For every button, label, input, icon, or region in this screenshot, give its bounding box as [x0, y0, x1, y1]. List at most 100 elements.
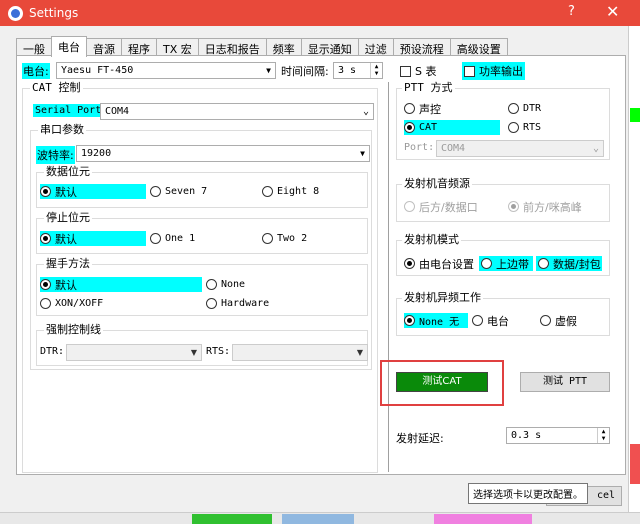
split-none-radio[interactable]: None 无	[404, 313, 468, 328]
radio-label: 默认	[55, 232, 77, 246]
tx-audio-front-radio[interactable]: 前方/咪高峰	[508, 199, 582, 214]
radio-label: One 1	[165, 233, 196, 244]
tooltip: 选择选项卡以更改配置。	[468, 483, 588, 504]
serial-port-select[interactable]: COM4 ⌄	[100, 103, 374, 120]
radio-dot	[508, 122, 519, 133]
chevron-down-icon: ▼	[190, 348, 197, 357]
tx-delay-value: 0.3 s	[511, 430, 542, 441]
handshake-hardware-radio[interactable]: Hardware	[206, 296, 269, 311]
radio-label: 上边带	[496, 257, 529, 271]
tab-advanced[interactable]: 高级设置	[449, 38, 508, 56]
cat-control-title: CAT 控制	[30, 81, 83, 94]
handshake-xonxoff-radio[interactable]: XON/XOFF	[40, 296, 103, 311]
radio-label: 虚假	[555, 314, 577, 328]
tab-frequencies[interactable]: 频率	[265, 38, 302, 56]
radio-dot	[150, 233, 161, 244]
radio-label: RTS	[523, 122, 542, 133]
ptt-method-title: PTT 方式	[402, 81, 455, 94]
stop-bits-two-radio[interactable]: Two 2	[262, 231, 307, 246]
ptt-vox-radio[interactable]: 声控	[404, 101, 441, 116]
radio-label: None 无	[419, 317, 460, 328]
tab-reporting[interactable]: 日志和报告	[197, 38, 267, 56]
radio-label: None	[221, 279, 246, 290]
s-meter-label: S 表	[415, 65, 437, 78]
test-cat-button[interactable]: 测试CAT	[396, 372, 488, 392]
radio-dot	[508, 103, 519, 114]
window-title: Settings	[29, 6, 79, 20]
radio-dot	[404, 103, 415, 114]
tab-tx-macros[interactable]: TX 宏	[156, 38, 199, 56]
radio-label: 电台	[487, 314, 509, 328]
radio-dot	[262, 186, 273, 197]
data-bits-default-radio[interactable]: 默认	[40, 184, 146, 199]
ptt-rts-radio[interactable]: RTS	[508, 120, 541, 135]
stop-bits-one-radio[interactable]: One 1	[150, 231, 195, 246]
stop-bits-default-radio[interactable]: 默认	[40, 231, 146, 246]
app-icon	[8, 5, 23, 21]
ptt-dtr-radio[interactable]: DTR	[508, 101, 541, 116]
ptt-port-select[interactable]: COM4 ⌄	[436, 140, 604, 157]
handshake-default-radio[interactable]: 默认	[40, 277, 202, 292]
chevron-down-icon: ▼	[356, 348, 363, 357]
tx-delay-spinbox[interactable]: 0.3 s ▲ ▼	[506, 427, 610, 444]
radio-dot	[40, 186, 51, 197]
radio-dot	[540, 315, 551, 326]
tx-audio-title: 发射机音频源	[402, 177, 472, 190]
radio-dot	[481, 258, 492, 269]
radio-dot	[538, 258, 549, 269]
chevron-down-icon: ▼	[266, 66, 271, 75]
handshake-none-radio[interactable]: None	[206, 277, 245, 292]
split-operation-title: 发射机异频工作	[402, 291, 483, 304]
data-bits-eight-radio[interactable]: Eight 8	[262, 184, 319, 199]
rig-select[interactable]: Yaesu FT-450 ▼	[56, 62, 276, 79]
rts-select[interactable]: ▼	[232, 344, 368, 361]
radio-dot	[40, 279, 51, 290]
handshake-title: 握手方法	[44, 257, 92, 270]
tab-programs[interactable]: 程序	[121, 38, 157, 56]
chevron-down-icon: ⌄	[592, 143, 599, 154]
baud-rate-select[interactable]: 19200 ▼	[76, 145, 370, 162]
radio-dot	[206, 279, 217, 290]
mode-rig-radio[interactable]: 由电台设置	[404, 256, 474, 271]
spin-arrows-icon[interactable]: ▲ ▼	[597, 428, 609, 443]
ptt-port-label: Port:	[404, 142, 435, 153]
tab-presets[interactable]: 预设流程	[392, 38, 451, 56]
tab-audio[interactable]: 音源	[86, 38, 122, 56]
dtr-select[interactable]: ▼	[66, 344, 202, 361]
split-rig-radio[interactable]: 电台	[472, 313, 509, 328]
tab-radio[interactable]: 电台	[51, 36, 87, 57]
background-green-marker	[630, 108, 640, 122]
checkbox-box	[400, 65, 411, 77]
title-bar: Settings ? ✕	[0, 0, 640, 26]
background-red-marker	[630, 444, 640, 484]
poll-interval-spinbox[interactable]: 3 s ▲ ▼	[333, 62, 383, 79]
mode-data-radio[interactable]: 数据/封包	[536, 256, 602, 271]
data-bits-seven-radio[interactable]: Seven 7	[150, 184, 207, 199]
mode-usb-radio[interactable]: 上边带	[479, 256, 533, 271]
radio-dot	[404, 258, 415, 269]
background-green-button	[192, 514, 272, 524]
radio-dot	[404, 201, 415, 212]
spin-arrows-icon[interactable]: ▲ ▼	[370, 63, 382, 78]
poll-interval-value: 3 s	[338, 65, 357, 76]
tab-colors[interactable]: 显示通知	[300, 38, 359, 56]
data-bits-title: 数据位元	[44, 165, 92, 178]
radio-label: 默认	[55, 278, 77, 292]
radio-label: 前方/咪高峰	[523, 200, 582, 214]
radio-dot	[404, 315, 415, 326]
help-button[interactable]: ?	[568, 4, 575, 19]
checkbox-box	[464, 65, 475, 77]
tab-general[interactable]: 一般	[16, 38, 52, 56]
baud-rate-value: 19200	[81, 148, 112, 159]
split-fake-radio[interactable]: 虚假	[540, 313, 577, 328]
tx-audio-rear-radio[interactable]: 后方/数据口	[404, 199, 478, 214]
cancel-button-label: cel	[596, 490, 615, 501]
close-button[interactable]: ✕	[606, 2, 619, 21]
ptt-cat-radio[interactable]: CAT	[404, 120, 500, 135]
s-meter-checkbox[interactable]: S 表	[400, 63, 436, 79]
mode-title: 发射机模式	[402, 233, 461, 246]
power-out-label: 功率输出	[479, 65, 523, 78]
tab-filters[interactable]: 过滤	[357, 38, 394, 56]
power-out-checkbox[interactable]: 功率输出	[462, 62, 525, 80]
test-ptt-button[interactable]: 测试 PTT	[520, 372, 610, 392]
